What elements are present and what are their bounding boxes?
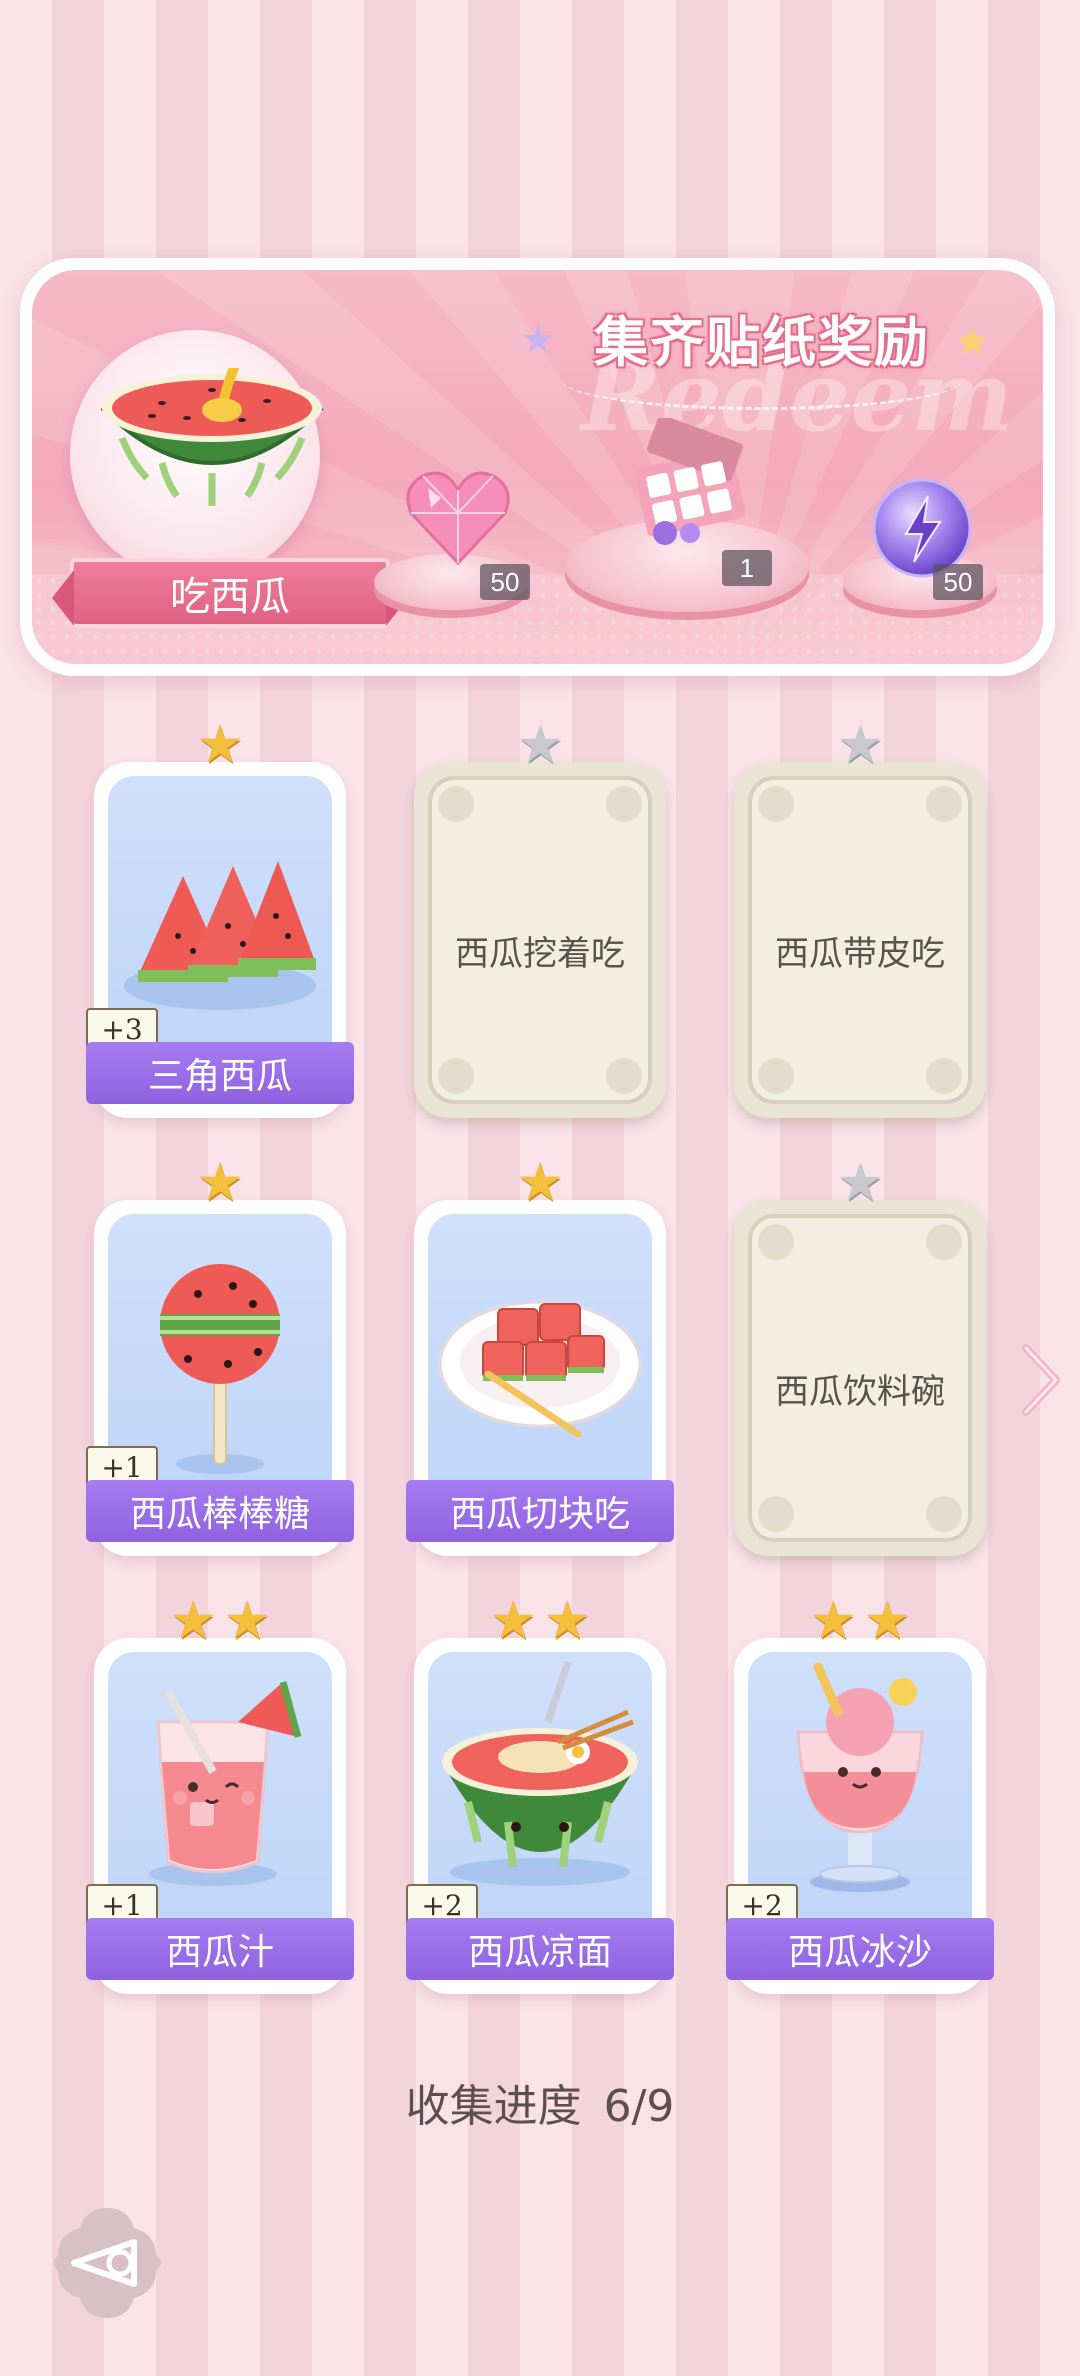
frame-corner	[606, 786, 642, 822]
album-name: 吃西瓜	[170, 574, 290, 620]
frame-corner	[438, 1058, 474, 1094]
collection-progress: 收集进度 6/9	[0, 2070, 1080, 2134]
sticker-name: 西瓜冰沙	[787, 1932, 932, 1973]
star-rating: ★	[734, 718, 986, 772]
sticker-name: 西瓜挖着吃	[455, 933, 625, 974]
frame-corner	[758, 786, 794, 822]
star-rating: ★ ★	[94, 1594, 346, 1648]
frame-corner	[438, 786, 474, 822]
sticker-name-bar: 西瓜切块吃	[406, 1480, 674, 1542]
sticker-card[interactable]: ★ ★ +2 西瓜凉面	[406, 1594, 674, 1994]
gold-star-icon: ★	[196, 715, 244, 775]
sticker-card[interactable]: ★ 西瓜切块吃	[406, 1156, 674, 1556]
silver-star-icon: ★	[836, 715, 884, 775]
sticker-card[interactable]: ★ +1 西瓜棒棒糖	[86, 1156, 354, 1556]
sticker-name-bar: 西瓜凉面	[406, 1918, 674, 1980]
watermelon-spoon-icon	[100, 368, 324, 506]
silver-star-icon: ★	[836, 1153, 884, 1213]
sticker-card-locked[interactable]: ★ 西瓜饮料碗	[734, 1156, 986, 1556]
star-rating: ★	[94, 1156, 346, 1210]
sticker-card[interactable]: ★ ★ +1 西瓜汁	[86, 1594, 354, 1994]
sticker-name: 西瓜棒棒糖	[129, 1494, 310, 1535]
gold-star-icon: ★	[809, 1591, 857, 1651]
frame-corner	[926, 786, 962, 822]
sticker-name-bar: 西瓜汁	[86, 1918, 354, 1980]
frame-corner	[926, 1224, 962, 1260]
gold-star-icon: ★	[516, 1153, 564, 1213]
chevron-right-icon[interactable]	[1018, 1342, 1064, 1418]
progress-value: 6/9	[603, 2081, 675, 2132]
frame-corner	[606, 1058, 642, 1094]
frame-corner	[926, 1496, 962, 1532]
gift-box-icon[interactable]	[620, 418, 760, 548]
sticker-card[interactable]: ★ +3 三角西瓜	[86, 718, 354, 1118]
gold-star-icon: ★	[169, 1591, 217, 1651]
reward-count: 1	[722, 550, 772, 586]
sticker-card-locked[interactable]: ★ 西瓜带皮吃	[734, 718, 986, 1118]
sticker-name: 西瓜切块吃	[449, 1494, 630, 1535]
sticker-name: 西瓜带皮吃	[775, 933, 945, 974]
frame-corner	[758, 1496, 794, 1532]
pink-heart-gem-icon[interactable]	[403, 468, 513, 568]
gold-star-icon: ★	[863, 1591, 911, 1651]
purple-star-icon: ★	[520, 317, 556, 363]
sticker-card-locked[interactable]: ★ 西瓜挖着吃	[414, 718, 666, 1118]
star-rating: ★	[414, 1156, 666, 1210]
frame-corner	[758, 1058, 794, 1094]
sticker-card[interactable]: ★ ★ +2 西瓜冰沙	[726, 1594, 994, 1994]
star-rating: ★	[734, 1156, 986, 1210]
star-rating: ★ ★	[414, 1594, 666, 1648]
star-rating: ★	[94, 718, 346, 772]
sticker-name-bar: 西瓜冰沙	[726, 1918, 994, 1980]
sticker-name: 西瓜汁	[165, 1932, 274, 1973]
reward-panel-title: 集齐贴纸奖励	[594, 310, 930, 374]
gold-star-icon: ★	[489, 1591, 537, 1651]
reward-panel: Redeem ★ ★ 集齐贴纸奖励 吃西瓜 50 1 50	[20, 258, 1055, 676]
star-rating: ★ ★	[734, 1594, 986, 1648]
star-rating: ★	[414, 718, 666, 772]
gold-star-icon: ★	[543, 1591, 591, 1651]
gold-star-icon: ★	[196, 1153, 244, 1213]
back-button[interactable]	[48, 2204, 166, 2322]
reward-count: 50	[933, 564, 983, 600]
album-name-ribbon: 吃西瓜	[52, 558, 408, 628]
sticker-name-bar: 西瓜棒棒糖	[86, 1480, 354, 1542]
reward-count: 50	[480, 564, 530, 600]
sticker-name: 三角西瓜	[147, 1056, 292, 1097]
progress-label: 收集进度	[405, 2081, 582, 2132]
frame-corner	[758, 1224, 794, 1260]
sticker-name: 西瓜饮料碗	[775, 1371, 945, 1412]
sticker-name: 西瓜凉面	[467, 1932, 612, 1973]
sticker-name-bar: 三角西瓜	[86, 1042, 354, 1104]
gold-star-icon: ★	[223, 1591, 271, 1651]
frame-corner	[926, 1058, 962, 1094]
silver-star-icon: ★	[516, 715, 564, 775]
